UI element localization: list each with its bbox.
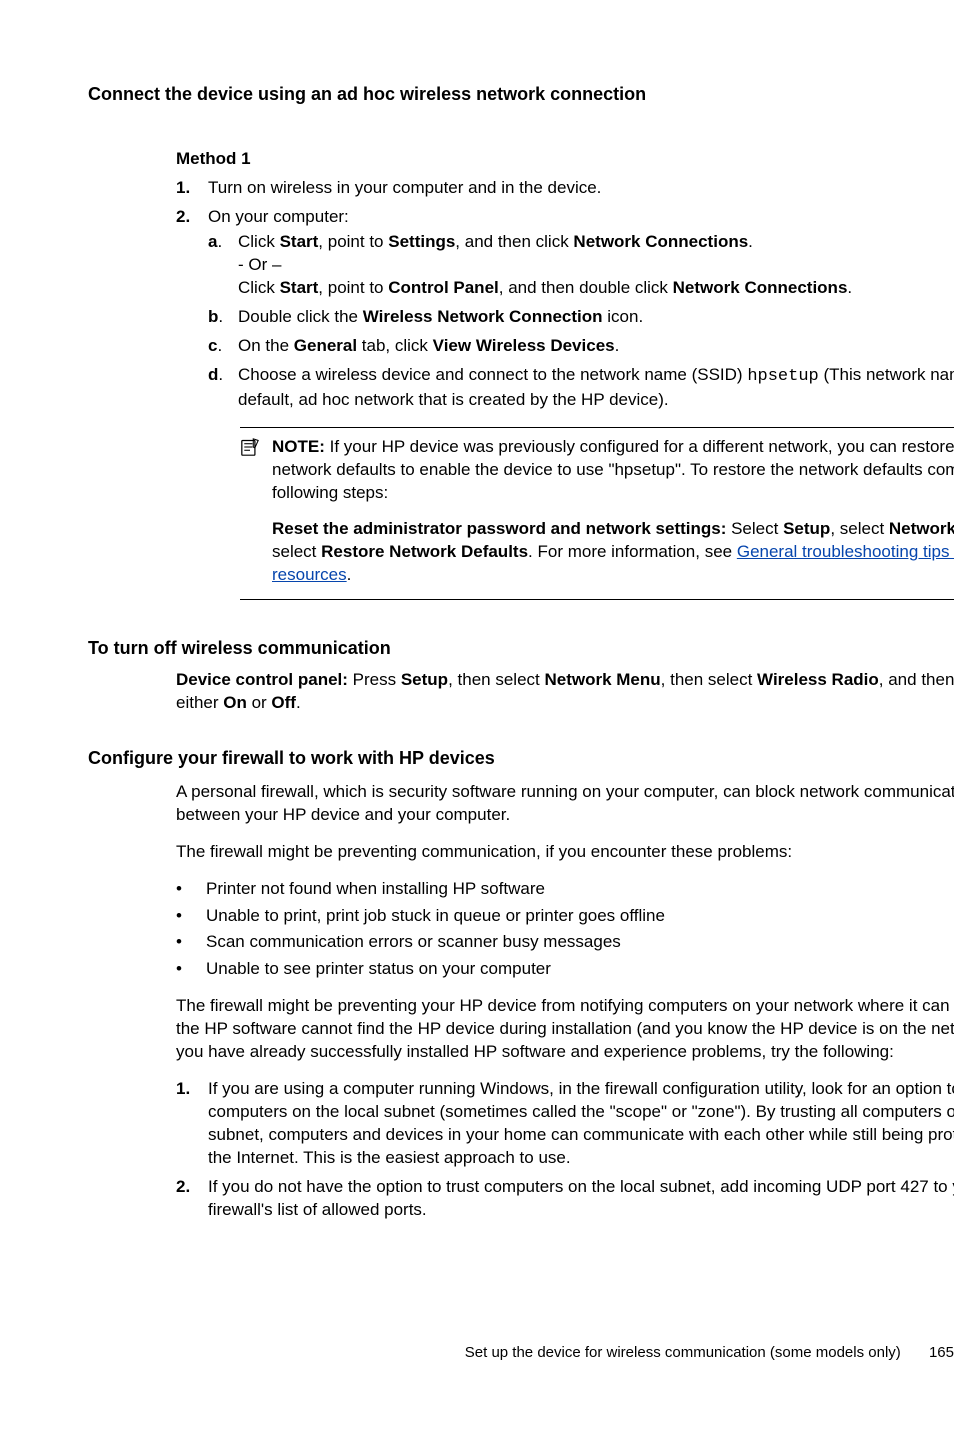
page-number: 165 — [929, 1344, 954, 1361]
firewall-step-1: 1. If you are using a computer running W… — [176, 1078, 954, 1170]
substep-text: Click Start, point to Settings, and then… — [238, 231, 852, 300]
firewall-step-2: 2. If you do not have the option to trus… — [176, 1176, 954, 1222]
page-footer: Set up the device for wireless communica… — [465, 1343, 954, 1363]
step-2: 2. On your computer: — [176, 206, 954, 229]
substep-marker: a. — [208, 231, 238, 300]
bullet-marker: • — [176, 878, 206, 901]
section-heading-turnoff: To turn off wireless communication — [88, 636, 954, 660]
substep-marker: b. — [208, 306, 238, 329]
substep-marker: d. — [208, 364, 238, 412]
step-number: 1. — [176, 1078, 208, 1170]
bullet-marker: • — [176, 905, 206, 928]
method-heading: Method 1 — [176, 148, 954, 171]
firewall-para3: The firewall might be preventing your HP… — [176, 995, 954, 1064]
bullet-marker: • — [176, 931, 206, 954]
substep-marker: c. — [208, 335, 238, 358]
step-text: If you do not have the option to trust c… — [208, 1176, 954, 1222]
bullet-text: Scan communication errors or scanner bus… — [206, 931, 621, 954]
section-heading-adhoc: Connect the device using an ad hoc wirel… — [88, 82, 954, 106]
step-number: 2. — [176, 206, 208, 229]
note-body: NOTE: If your HP device was previously c… — [272, 436, 954, 588]
step-1: 1. Turn on wireless in your computer and… — [176, 177, 954, 200]
step-number: 1. — [176, 177, 208, 200]
bullet-marker: • — [176, 958, 206, 981]
step-text: If you are using a computer running Wind… — [208, 1078, 954, 1170]
firewall-para2: The firewall might be preventing communi… — [176, 841, 954, 864]
step-text: On your computer: — [208, 206, 349, 229]
substep-d: d. Choose a wireless device and connect … — [208, 364, 954, 412]
firewall-bullets: •Printer not found when installing HP so… — [176, 878, 954, 982]
bullet-text: Printer not found when installing HP sof… — [206, 878, 545, 901]
note-block: NOTE: If your HP device was previously c… — [240, 427, 954, 601]
turnoff-text: Device control panel: Press Setup, then … — [176, 669, 954, 715]
substep-text: On the General tab, click View Wireless … — [238, 335, 619, 358]
note-icon — [240, 436, 262, 588]
substep-text: Choose a wireless device and connect to … — [238, 364, 954, 412]
substep-text: Double click the Wireless Network Connec… — [238, 306, 643, 329]
footer-text: Set up the device for wireless communica… — [465, 1344, 901, 1361]
bullet-text: Unable to see printer status on your com… — [206, 958, 551, 981]
bullet-text: Unable to print, print job stuck in queu… — [206, 905, 665, 928]
substep-c: c. On the General tab, click View Wirele… — [208, 335, 954, 358]
substep-b: b. Double click the Wireless Network Con… — [208, 306, 954, 329]
step-number: 2. — [176, 1176, 208, 1222]
step-text: Turn on wireless in your computer and in… — [208, 177, 601, 200]
substep-a: a. Click Start, point to Settings, and t… — [208, 231, 954, 300]
section-heading-firewall: Configure your firewall to work with HP … — [88, 746, 954, 770]
firewall-para1: A personal firewall, which is security s… — [176, 781, 954, 827]
